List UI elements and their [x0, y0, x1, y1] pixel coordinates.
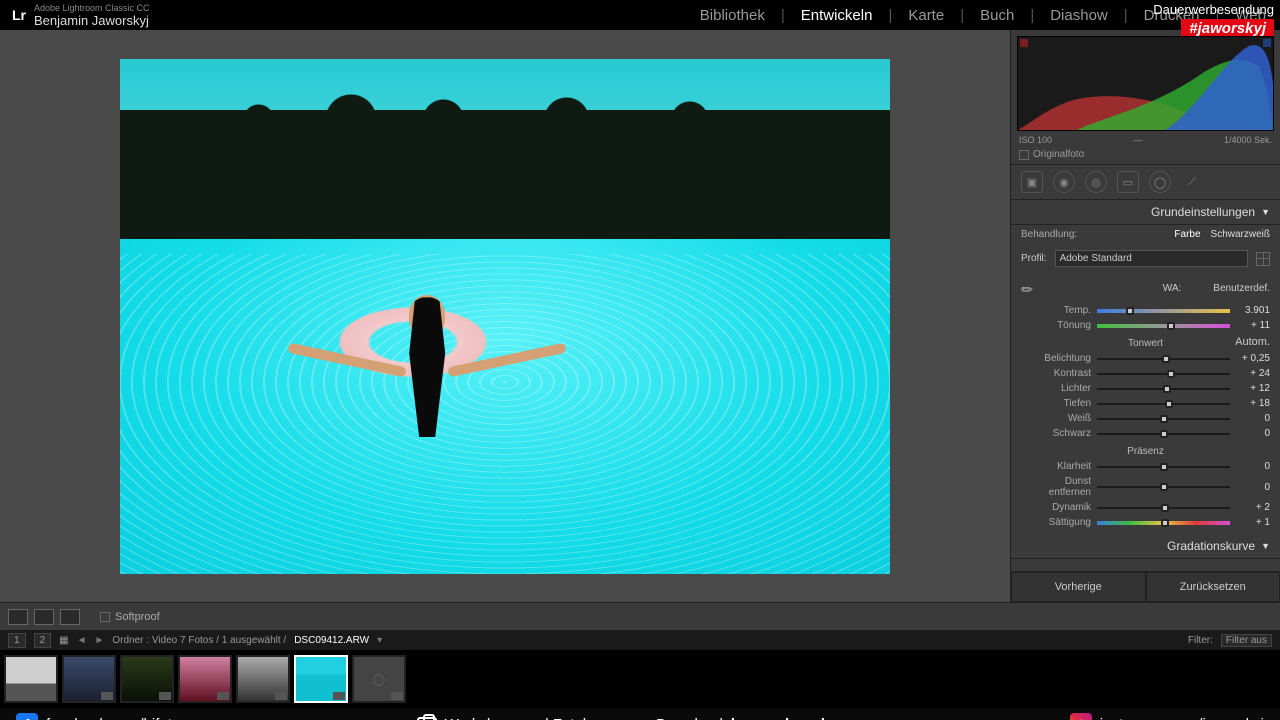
facebook-link: facebook.com/bjfoto: [46, 716, 180, 720]
checkbox-icon: [1019, 150, 1029, 160]
thumbnail[interactable]: [236, 655, 290, 703]
thumbnail-selected[interactable]: [294, 655, 348, 703]
filmstrip-file[interactable]: DSC09412.ARW: [294, 635, 369, 646]
redeye-tool[interactable]: ◎: [1085, 171, 1107, 193]
spot-tool[interactable]: ◉: [1053, 171, 1075, 193]
previous-button[interactable]: Vorherige: [1011, 572, 1146, 602]
histogram-aperture: —: [1133, 135, 1142, 145]
slider-kontrast[interactable]: Kontrast+ 24: [1011, 366, 1280, 381]
treatment-color[interactable]: Farbe: [1174, 229, 1200, 240]
slider-belichtung[interactable]: Belichtung+ 0,25: [1011, 351, 1280, 366]
preview-photo: [120, 59, 890, 574]
nav-fwd-icon[interactable]: ►: [94, 635, 104, 646]
app-name: Adobe Lightroom Classic CC: [34, 3, 150, 13]
histogram[interactable]: [1017, 36, 1274, 131]
auto-tone-button[interactable]: Autom.: [1235, 336, 1270, 348]
nav-back-icon[interactable]: ◄: [77, 635, 87, 646]
wb-dropper-icon[interactable]: ✎: [1017, 275, 1042, 300]
slider-klarheit[interactable]: Klarheit0: [1011, 459, 1280, 474]
profile-dropdown[interactable]: Adobe Standard: [1055, 250, 1248, 267]
filmstrip[interactable]: ◯: [0, 650, 1280, 708]
second-window-2[interactable]: 2: [34, 633, 52, 648]
checkbox-icon: [100, 612, 110, 622]
wb-dropdown[interactable]: Benutzerdef.: [1213, 283, 1270, 294]
instagram-link: instagram.com/jaworskyj: [1100, 716, 1264, 720]
catalog-user: Benjamin Jaworskyj: [34, 13, 150, 28]
treatment-label: Behandlung:: [1021, 229, 1077, 240]
slider-tnung[interactable]: Tönung+ 11: [1011, 318, 1280, 333]
overlay-sponsor: Dauerwerbesendung: [1153, 2, 1274, 17]
slider-lichter[interactable]: Lichter+ 12: [1011, 381, 1280, 396]
chevron-down-icon: ▼: [1261, 541, 1270, 551]
image-canvas[interactable]: [0, 30, 1010, 602]
second-window-1[interactable]: 1: [8, 633, 26, 648]
thumbnail[interactable]: [120, 655, 174, 703]
module-diashow[interactable]: Diashow: [1048, 3, 1110, 28]
social-overlay: f facebook.com/bjfoto Workshops und Foto…: [0, 708, 1280, 720]
basic-panel-header[interactable]: Grundeinstellungen▼: [1011, 200, 1280, 225]
thumbnail[interactable]: [178, 655, 232, 703]
thumbnail[interactable]: [62, 655, 116, 703]
filter-dropdown[interactable]: Filter aus: [1221, 634, 1272, 647]
app-logo: Lr: [12, 7, 26, 23]
profile-label: Profil:: [1021, 253, 1047, 264]
module-karte[interactable]: Karte: [906, 3, 946, 28]
slider-dunstentfernen[interactable]: Dunst entfernen0: [1011, 474, 1280, 500]
facebook-icon: f: [16, 713, 38, 720]
grad-filter-tool[interactable]: ▭: [1117, 171, 1139, 193]
before-after-button[interactable]: [34, 609, 54, 625]
module-entwickeln[interactable]: Entwickeln: [799, 3, 875, 28]
local-tools: ▣ ◉ ◎ ▭ ◯ ⟋: [1011, 164, 1280, 200]
slider-dynamik[interactable]: Dynamik+ 2: [1011, 500, 1280, 515]
crop-tool[interactable]: ▣: [1021, 171, 1043, 193]
video-overlay: Dauerwerbesendung #jaworskyj: [1153, 2, 1274, 38]
slider-schwarz[interactable]: Schwarz0: [1011, 426, 1280, 441]
shadow-clip-icon[interactable]: [1020, 39, 1028, 47]
develop-right-panel: ISO 100 — 1/4000 Sek. Originalfoto ▣ ◉ ◎…: [1010, 30, 1280, 602]
filter-label: Filter:: [1188, 635, 1213, 646]
highlight-clip-icon[interactable]: [1263, 39, 1271, 47]
brush-tool[interactable]: ⟋: [1181, 171, 1203, 193]
loupe-view-button[interactable]: [8, 609, 28, 625]
secondary-toolbar: Softproof: [0, 602, 1280, 630]
thumbnail[interactable]: ◯: [352, 655, 406, 703]
workshop-text: Workshops und Fotokurse zum Download: [445, 716, 723, 720]
filmstrip-header: 1 2 ▦ ◄ ► Ordner : Video 7 Fotos / 1 aus…: [0, 630, 1280, 650]
tonecurve-panel-header[interactable]: Gradationskurve▼: [1011, 534, 1280, 559]
chevron-down-icon: ▼: [1261, 207, 1270, 217]
slider-tiefen[interactable]: Tiefen+ 18: [1011, 396, 1280, 411]
histogram-iso: ISO 100: [1019, 135, 1052, 145]
softproof-toggle[interactable]: Softproof: [100, 611, 160, 623]
workshop-url: lernvonben.de: [731, 716, 834, 720]
profile-browser-icon[interactable]: [1256, 252, 1270, 266]
slider-wei[interactable]: Weiß0: [1011, 411, 1280, 426]
treatment-bw[interactable]: Schwarzweiß: [1211, 229, 1270, 240]
module-buch[interactable]: Buch: [978, 3, 1016, 28]
presence-section-title: Präsenz: [1011, 441, 1280, 459]
radial-filter-tool[interactable]: ◯: [1149, 171, 1171, 193]
reset-button[interactable]: Zurücksetzen: [1146, 572, 1280, 602]
thumbnail[interactable]: [4, 655, 58, 703]
histogram-shutter: 1/4000 Sek.: [1224, 135, 1272, 145]
slider-temp[interactable]: Temp.3.901: [1011, 303, 1280, 318]
compare-button[interactable]: [60, 609, 80, 625]
grid-icon[interactable]: ▦: [59, 635, 68, 646]
wb-label: WA:: [1163, 283, 1182, 294]
instagram-icon: ◉: [1070, 713, 1092, 720]
app-header: Lr Adobe Lightroom Classic CC Benjamin J…: [0, 0, 1280, 30]
originalfoto-toggle[interactable]: Originalfoto: [1011, 145, 1280, 164]
slider-sttigung[interactable]: Sättigung+ 1: [1011, 515, 1280, 530]
module-bibliothek[interactable]: Bibliothek: [698, 3, 767, 28]
filmstrip-path[interactable]: Ordner : Video 7 Fotos / 1 ausgewählt /: [112, 635, 286, 646]
